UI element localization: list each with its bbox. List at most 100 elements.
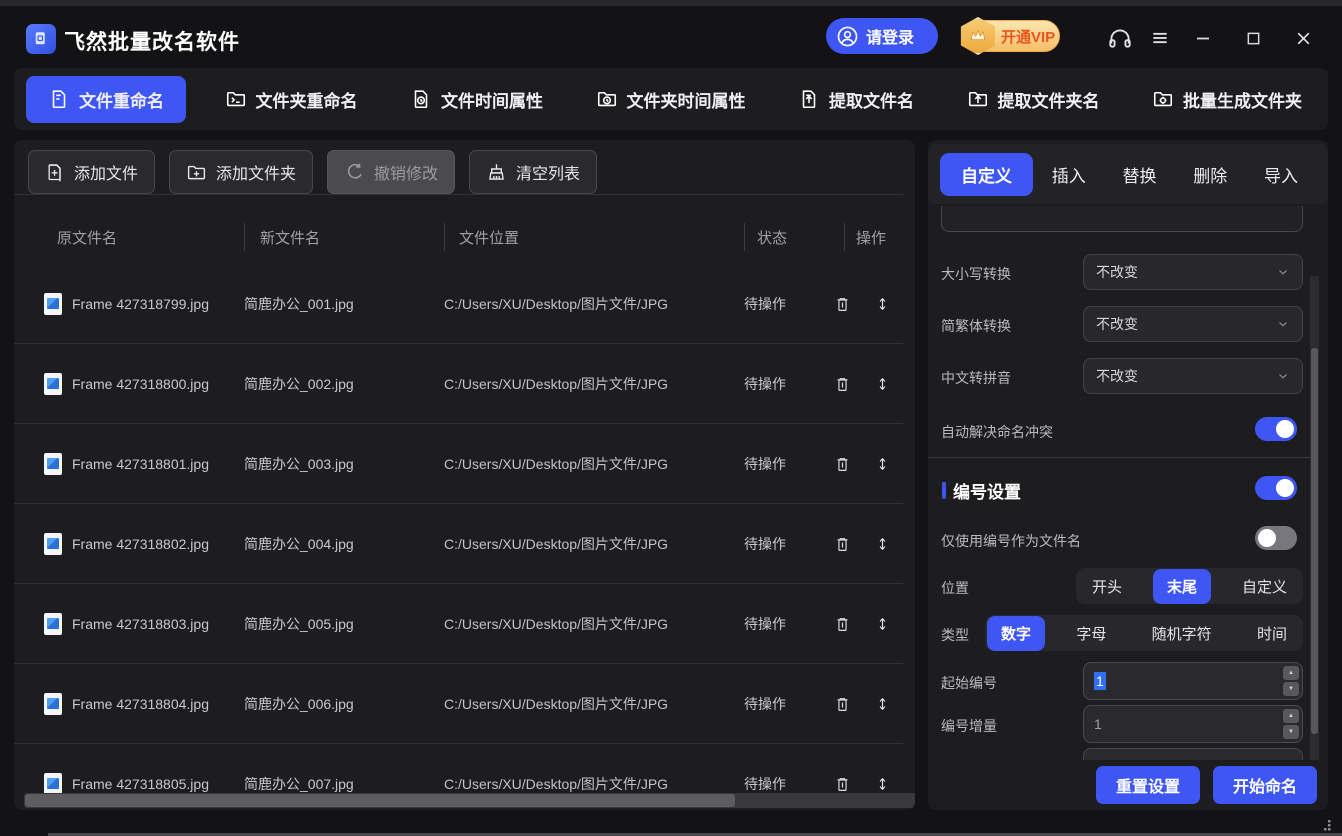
feature-tab-7[interactable]: 批量生成文件夹 bbox=[1138, 76, 1316, 123]
segment-option[interactable]: 自定义 bbox=[1228, 569, 1301, 604]
crown-icon bbox=[959, 17, 997, 55]
start-number-label: 起始编号 bbox=[941, 673, 997, 693]
segment-option[interactable]: 字母 bbox=[1062, 616, 1120, 651]
window-resize-grip[interactable] bbox=[1316, 816, 1334, 834]
position-segmented-control: 开头末尾自定义 bbox=[1076, 568, 1303, 604]
spin-up-icon[interactable]: ▲ bbox=[1283, 666, 1299, 680]
move-row-icon[interactable] bbox=[875, 374, 890, 394]
delete-row-icon[interactable] bbox=[834, 695, 851, 713]
horizontal-scrollbar[interactable] bbox=[24, 793, 915, 808]
new-filename: 简鹿办公_002.jpg bbox=[244, 374, 354, 394]
rename-tab-5[interactable]: 导入 bbox=[1246, 153, 1316, 196]
feature-tab-6[interactable]: 提取文件夹名 bbox=[953, 76, 1114, 123]
add-file-button[interactable]: 添加文件 bbox=[28, 150, 155, 194]
segment-option[interactable]: 开头 bbox=[1078, 569, 1136, 604]
move-row-icon[interactable] bbox=[875, 614, 890, 634]
convert-dropdown-2[interactable]: 不改变 bbox=[1083, 306, 1303, 342]
spin-up-icon[interactable]: ▲ bbox=[1283, 709, 1299, 723]
status-label: 待操作 bbox=[744, 614, 786, 634]
numbering-toggle[interactable] bbox=[1255, 476, 1297, 500]
maximize-button[interactable] bbox=[1236, 21, 1270, 55]
position-label: 位置 bbox=[941, 578, 969, 598]
reset-settings-button[interactable]: 重置设置 bbox=[1096, 766, 1200, 804]
image-file-icon bbox=[44, 693, 62, 715]
file-path: C:/Users/XU/Desktop/图片文件/JPG bbox=[444, 694, 668, 714]
table-row[interactable]: Frame 427318804.jpg 简鹿办公_006.jpg C:/User… bbox=[14, 664, 903, 744]
segment-option[interactable]: 随机字符 bbox=[1138, 616, 1226, 651]
support-headphones-icon[interactable] bbox=[1103, 21, 1137, 55]
custom-name-input[interactable] bbox=[941, 206, 1303, 232]
increment-label: 编号增量 bbox=[941, 716, 997, 736]
spin-down-icon[interactable]: ▼ bbox=[1283, 682, 1299, 696]
undo-icon bbox=[344, 162, 365, 183]
new-filename: 简鹿办公_007.jpg bbox=[244, 774, 354, 794]
rename-tab-2[interactable]: 插入 bbox=[1034, 153, 1104, 196]
convert-dropdown-1[interactable]: 不改变 bbox=[1083, 254, 1303, 290]
feature-tab-4[interactable]: 文件夹时间属性 bbox=[582, 76, 760, 123]
add-folder-button[interactable]: 添加文件夹 bbox=[169, 150, 313, 194]
table-header: 原文件名 新文件名 文件位置 状态 操作 bbox=[14, 210, 903, 264]
clear-list-button[interactable]: 清空列表 bbox=[469, 150, 597, 194]
feature-tab-bar: 文件重命名 文件夹重命名 文件时间属性 文件夹时间属性 提取文件名 提取文件夹名… bbox=[14, 68, 1328, 130]
segment-option[interactable]: 时间 bbox=[1243, 616, 1301, 651]
feature-tab-1[interactable]: 文件重命名 bbox=[26, 76, 186, 123]
rename-tab-1[interactable]: 自定义 bbox=[940, 153, 1033, 196]
numbering-section-title: 编号设置 bbox=[953, 478, 1021, 503]
start-number-value: 1 bbox=[1094, 672, 1106, 690]
col-actions: 操作 bbox=[856, 227, 886, 248]
original-filename: Frame 427318803.jpg bbox=[72, 616, 209, 632]
hamburger-menu-icon[interactable] bbox=[1143, 21, 1177, 55]
delete-row-icon[interactable] bbox=[834, 615, 851, 633]
move-row-icon[interactable] bbox=[875, 454, 890, 474]
delete-row-icon[interactable] bbox=[834, 535, 851, 553]
table-row[interactable]: Frame 427318802.jpg 简鹿办公_004.jpg C:/User… bbox=[14, 504, 903, 584]
move-row-icon[interactable] bbox=[875, 774, 890, 794]
segment-option[interactable]: 末尾 bbox=[1153, 569, 1211, 604]
folder-generate-icon bbox=[1152, 88, 1174, 110]
table-row[interactable]: Frame 427318800.jpg 简鹿办公_002.jpg C:/User… bbox=[14, 344, 903, 424]
feature-tab-5[interactable]: 提取文件名 bbox=[784, 76, 928, 123]
convert-label-1: 大小写转换 bbox=[941, 264, 1011, 284]
status-label: 待操作 bbox=[744, 294, 786, 314]
only-number-toggle[interactable] bbox=[1255, 526, 1297, 550]
feature-tab-2[interactable]: 文件夹重命名 bbox=[211, 76, 372, 123]
delete-row-icon[interactable] bbox=[834, 375, 851, 393]
delete-row-icon[interactable] bbox=[834, 295, 851, 313]
start-number-input[interactable]: 1 ▲ ▼ bbox=[1083, 662, 1303, 700]
file-clock-icon bbox=[410, 88, 432, 110]
status-label: 待操作 bbox=[744, 374, 786, 394]
title-bar: 飞然批量改名软件 请登录 开通VIP bbox=[0, 6, 1342, 68]
increment-input[interactable]: 1 ▲ ▼ bbox=[1083, 705, 1303, 743]
rename-tab-4[interactable]: 删除 bbox=[1175, 153, 1245, 196]
file-rename-icon bbox=[48, 88, 70, 110]
original-filename: Frame 427318802.jpg bbox=[72, 536, 209, 552]
start-rename-button[interactable]: 开始命名 bbox=[1213, 766, 1317, 804]
move-row-icon[interactable] bbox=[875, 534, 890, 554]
image-file-icon bbox=[44, 613, 62, 635]
file-path: C:/Users/XU/Desktop/图片文件/JPG bbox=[444, 774, 668, 794]
auto-resolve-toggle[interactable] bbox=[1255, 417, 1297, 441]
move-row-icon[interactable] bbox=[875, 294, 890, 314]
folder-extract-icon bbox=[967, 88, 989, 110]
table-row[interactable]: Frame 427318801.jpg 简鹿办公_003.jpg C:/User… bbox=[14, 424, 903, 504]
close-button[interactable] bbox=[1286, 21, 1320, 55]
delete-row-icon[interactable] bbox=[834, 775, 851, 793]
segment-option[interactable]: 数字 bbox=[987, 616, 1045, 651]
rename-tab-3[interactable]: 替换 bbox=[1105, 153, 1175, 196]
original-filename: Frame 427318805.jpg bbox=[72, 776, 209, 792]
delete-row-icon[interactable] bbox=[834, 455, 851, 473]
vip-button[interactable]: 开通VIP bbox=[964, 20, 1060, 52]
table-row[interactable]: Frame 427318803.jpg 简鹿办公_005.jpg C:/User… bbox=[14, 584, 903, 664]
table-row[interactable]: Frame 427318799.jpg 简鹿办公_001.jpg C:/User… bbox=[14, 264, 903, 344]
settings-scrollbar[interactable] bbox=[1310, 276, 1319, 760]
feature-tab-3[interactable]: 文件时间属性 bbox=[396, 76, 557, 123]
spin-down-icon[interactable]: ▼ bbox=[1283, 725, 1299, 739]
col-original-name: 原文件名 bbox=[57, 227, 117, 248]
login-button[interactable]: 请登录 bbox=[826, 18, 938, 54]
section-divider bbox=[928, 457, 1314, 458]
app-logo-icon bbox=[26, 24, 56, 54]
minimize-button[interactable] bbox=[1186, 21, 1220, 55]
move-row-icon[interactable] bbox=[875, 694, 890, 714]
convert-dropdown-3[interactable]: 不改变 bbox=[1083, 358, 1303, 394]
clipped-number-input[interactable] bbox=[1083, 748, 1303, 760]
